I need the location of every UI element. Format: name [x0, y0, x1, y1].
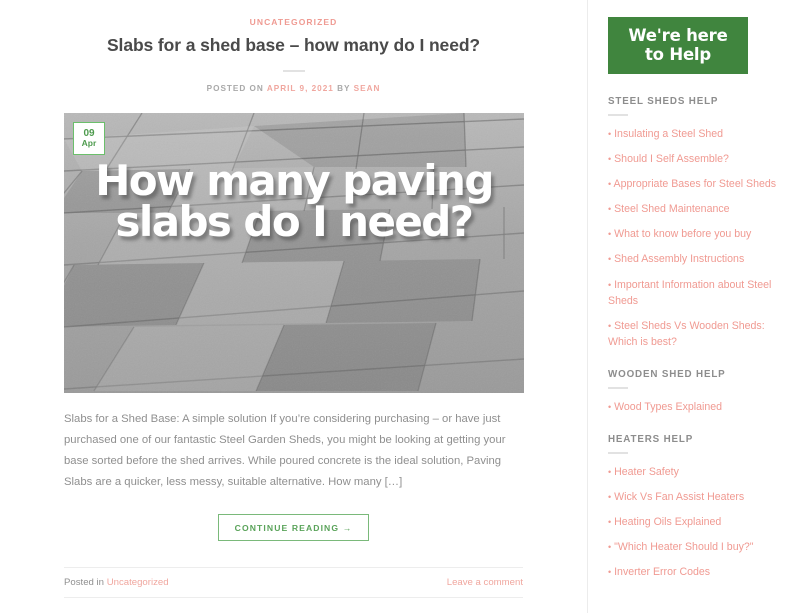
bullet-icon: • — [608, 179, 612, 190]
widget-heaters-help: HEATERS HELP • Heater Safety • Wick Vs F… — [608, 434, 782, 580]
bullet-icon: • — [608, 204, 612, 215]
widget-wooden-shed-help: WOODEN SHED HELP • Wood Types Explained — [608, 369, 782, 415]
category-link[interactable]: UNCATEGORIZED — [250, 17, 338, 27]
list-item: • Inverter Error Codes — [608, 564, 782, 580]
posted-in-category-link[interactable]: Uncategorized — [107, 577, 169, 588]
list-item: • Appropriate Bases for Steel Sheds — [608, 176, 782, 192]
widget-title: WOODEN SHED HELP — [608, 368, 726, 380]
bullet-icon: • — [608, 401, 612, 412]
list-item: • Wick Vs Fan Assist Heaters — [608, 489, 782, 505]
bullet-icon: • — [608, 154, 612, 165]
post-author-link[interactable]: SEAN — [354, 84, 381, 93]
featured-image-overlay-text: How many paving slabs do I need? — [64, 155, 524, 246]
list-item: • "Which Heater Should I buy?" — [608, 539, 782, 555]
widget-link[interactable]: Should I Self Assemble? — [614, 153, 729, 165]
widget-link[interactable]: Steel Sheds Vs Wooden Sheds: Which is be… — [608, 320, 765, 348]
bullet-icon: • — [608, 254, 612, 265]
widget-link[interactable]: Shed Assembly Instructions — [614, 253, 744, 265]
post-date-link[interactable]: APRIL 9, 2021 — [267, 84, 334, 93]
list-item: • Heater Safety — [608, 464, 782, 480]
banner-line-1: We're here — [628, 25, 728, 45]
posted-in: Posted in Uncategorized — [64, 577, 169, 588]
list-item: • Wood Types Explained — [608, 399, 782, 415]
widget-link-list: • Wood Types Explained — [608, 399, 782, 415]
by-label: BY — [337, 83, 351, 93]
overlay-line-2: slabs do I need? — [115, 196, 475, 246]
widget-link[interactable]: What to know before you buy — [614, 228, 751, 240]
bullet-icon: • — [608, 492, 612, 503]
widget-link[interactable]: Heating Oils Explained — [614, 516, 721, 528]
widget-divider — [608, 452, 628, 455]
widget-steel-sheds-help: STEEL SHEDS HELP • Insulating a Steel Sh… — [608, 96, 782, 350]
post-footer: Posted in Uncategorized Leave a comment — [64, 567, 523, 599]
post-article: UNCATEGORIZED Slabs for a shed base – ho… — [0, 0, 587, 599]
bullet-icon: • — [608, 542, 612, 553]
post-excerpt: Slabs for a Shed Base: A simple solution… — [64, 412, 506, 488]
widget-link-list: • Insulating a Steel Shed • Should I Sel… — [608, 126, 782, 350]
list-item: • Steel Shed Maintenance — [608, 201, 782, 217]
bullet-icon: • — [608, 567, 612, 578]
widget-link[interactable]: Steel Shed Maintenance — [614, 203, 729, 215]
posted-on-label: POSTED ON — [206, 83, 264, 93]
continue-reading-button[interactable]: CONTINUE READING → — [217, 514, 370, 542]
widget-link[interactable]: Inverter Error Codes — [614, 566, 710, 578]
leave-comment-link[interactable]: Leave a comment — [447, 577, 523, 588]
page-root: UNCATEGORIZED Slabs for a shed base – ho… — [0, 0, 800, 613]
post-title[interactable]: Slabs for a shed base – how many do I ne… — [64, 35, 523, 57]
bullet-icon: • — [608, 517, 612, 528]
widget-link-list: • Heater Safety • Wick Vs Fan Assist Hea… — [608, 464, 782, 580]
widget-link[interactable]: Important Information about Steel Sheds — [608, 279, 771, 307]
post-meta: POSTED ON APRIL 9, 2021 BY SEAN — [64, 84, 523, 93]
bullet-icon: • — [608, 229, 612, 240]
widget-link[interactable]: Heater Safety — [614, 466, 679, 478]
paving-slabs-photo — [64, 112, 524, 393]
list-item: • Shed Assembly Instructions — [608, 251, 782, 267]
continue-reading-wrap: CONTINUE READING → — [64, 514, 523, 542]
banner-line-2: to Help — [644, 44, 712, 64]
widget-link[interactable]: Insulating a Steel Shed — [614, 128, 723, 140]
widget-link[interactable]: Appropriate Bases for Steel Sheds — [614, 178, 777, 190]
bullet-icon: • — [608, 467, 612, 478]
featured-image[interactable]: 09 Apr How many paving slabs do I need? — [64, 112, 524, 393]
overlay-line-1: How many paving — [95, 155, 494, 205]
list-item: • Steel Sheds Vs Wooden Sheds: Which is … — [608, 318, 782, 350]
post-category: UNCATEGORIZED — [64, 0, 523, 27]
list-item: • Should I Self Assemble? — [608, 151, 782, 167]
posted-in-label: Posted in — [64, 577, 105, 589]
bullet-icon: • — [608, 129, 612, 139]
widget-link[interactable]: "Which Heater Should I buy?" — [614, 541, 753, 553]
list-item: • Important Information about Steel Shed… — [608, 277, 782, 309]
widget-link[interactable]: Wick Vs Fan Assist Heaters — [614, 491, 744, 503]
widget-title: HEATERS HELP — [608, 434, 694, 446]
badge-month: Apr — [81, 138, 97, 149]
were-here-to-help-banner[interactable]: We're here to Help — [608, 17, 748, 74]
bullet-icon: • — [608, 320, 612, 331]
widget-divider — [608, 386, 628, 389]
sidebar: We're here to Help STEEL SHEDS HELP • In… — [588, 0, 800, 613]
widget-title: STEEL SHEDS HELP — [608, 96, 719, 107]
widget-divider — [608, 114, 628, 116]
list-item: • What to know before you buy — [608, 226, 782, 242]
main-content: UNCATEGORIZED Slabs for a shed base – ho… — [0, 0, 588, 613]
widget-link[interactable]: Wood Types Explained — [614, 401, 722, 413]
list-item: • Insulating a Steel Shed — [608, 126, 782, 142]
title-divider — [282, 69, 305, 72]
list-item: • Heating Oils Explained — [608, 514, 782, 530]
post-date-badge: 09 Apr — [73, 121, 105, 155]
bullet-icon: • — [608, 279, 612, 290]
